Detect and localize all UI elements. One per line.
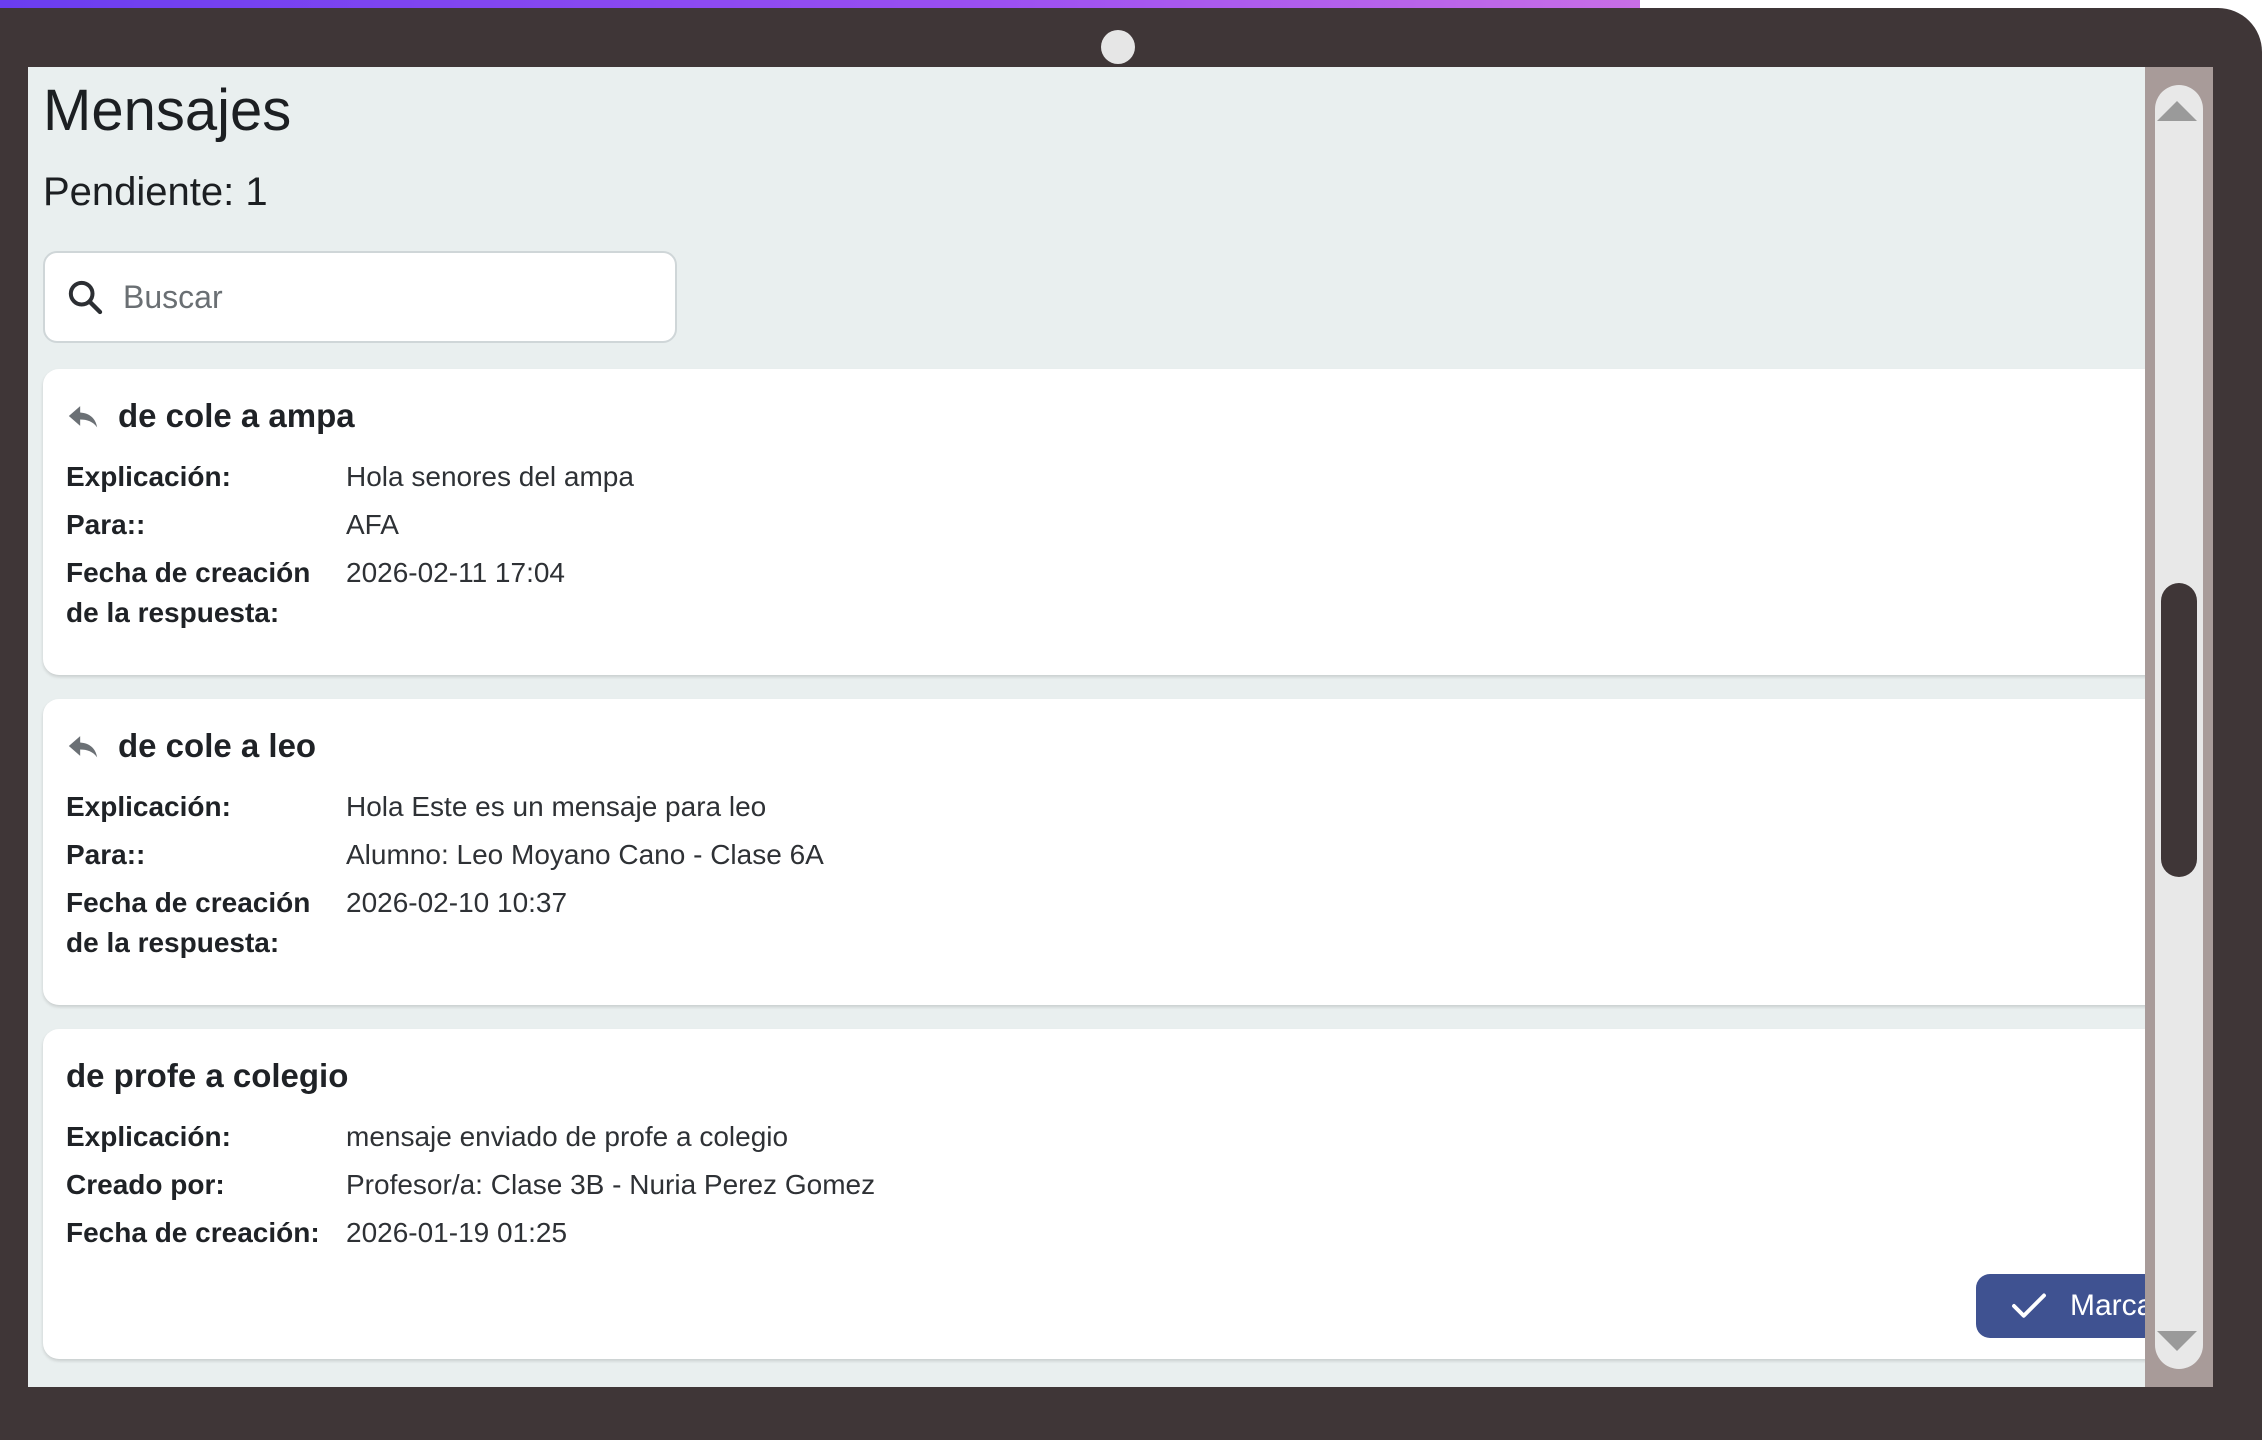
- message-field-row: Creado por: Profesor/a: Clase 3B - Nuria…: [66, 1165, 875, 1205]
- message-title: de profe a colegio: [66, 1057, 349, 1094]
- scroll-thumb[interactable]: [2161, 583, 2197, 877]
- field-value: mensaje enviado de profe a colegio: [346, 1121, 789, 1152]
- field-label: Fecha de creación de la respuesta:: [66, 887, 311, 958]
- message-card[interactable]: de cole a leo Explicación: Hola Este es …: [43, 699, 2145, 1005]
- search-input[interactable]: [121, 277, 645, 317]
- message-title-row: de cole a leo: [66, 727, 316, 765]
- field-value: AFA: [346, 509, 399, 540]
- field-label: Explicación:: [66, 1121, 231, 1152]
- reply-icon: [68, 736, 98, 758]
- pending-count: Pendiente: 1: [43, 170, 268, 214]
- message-field-row: Explicación: Hola Este es un mensaje par…: [66, 787, 766, 827]
- field-value: Hola Este es un mensaje para leo: [346, 791, 767, 822]
- message-field-row: Explicación: mensaje enviado de profe a …: [66, 1117, 788, 1157]
- scroll-down-arrow-icon[interactable]: [2157, 1331, 2197, 1351]
- field-value: Profesor/a: Clase 3B - Nuria Perez Gomez: [346, 1169, 876, 1200]
- field-label: Fecha de creación de la respuesta:: [66, 557, 311, 628]
- field-label: Fecha de creación:: [66, 1217, 320, 1248]
- message-field-row: Para:: AFA: [66, 505, 399, 545]
- scroll-up-arrow-icon[interactable]: [2157, 101, 2197, 121]
- camera-dot: [1101, 30, 1135, 64]
- message-title-row: de profe a colegio: [66, 1057, 348, 1095]
- field-label: Explicación:: [66, 461, 231, 492]
- check-icon: [2012, 1293, 2046, 1318]
- field-value: 2026-02-10 10:37: [346, 887, 568, 918]
- message-card[interactable]: de cole a ampa Explicación: Hola senores…: [43, 369, 2145, 675]
- message-field-row: Fecha de creación: 2026-01-19 01:25: [66, 1213, 567, 1253]
- field-value: Alumno: Leo Moyano Cano - Clase 6A: [346, 839, 824, 870]
- message-card[interactable]: de profe a colegio Explicación: mensaje …: [43, 1029, 2145, 1359]
- field-value: 2026-02-11 17:04: [346, 557, 565, 588]
- reply-icon: [68, 406, 98, 428]
- app-screen: Mensajes Pendiente: 1 de cole a ampa Exp…: [28, 67, 2145, 1387]
- message-field-row: Fecha de creación de la respuesta: 2026-…: [66, 553, 565, 633]
- search-icon: [68, 280, 103, 315]
- field-label: Creado por:: [66, 1169, 225, 1200]
- field-label: Para::: [66, 839, 146, 870]
- message-title-row: de cole a ampa: [66, 397, 355, 435]
- search-box[interactable]: [43, 251, 677, 343]
- message-field-row: Explicación: Hola senores del ampa: [66, 457, 634, 497]
- mark-read-button[interactable]: Marca: [1976, 1274, 2145, 1338]
- vertical-scrollbar[interactable]: [2145, 67, 2213, 1387]
- field-value: Hola senores del ampa: [346, 461, 634, 492]
- field-label: Para::: [66, 509, 146, 540]
- mark-read-label: Marca: [2070, 1289, 2145, 1322]
- message-title: de cole a ampa: [118, 397, 355, 434]
- message-title: de cole a leo: [118, 727, 317, 764]
- field-label: Explicación:: [66, 791, 231, 822]
- page-title: Mensajes: [43, 78, 292, 143]
- message-field-row: Para:: Alumno: Leo Moyano Cano - Clase 6…: [66, 835, 824, 875]
- field-value: 2026-01-19 01:25: [346, 1217, 568, 1248]
- message-field-row: Fecha de creación de la respuesta: 2026-…: [66, 883, 567, 963]
- top-gradient-bar: [0, 0, 1640, 8]
